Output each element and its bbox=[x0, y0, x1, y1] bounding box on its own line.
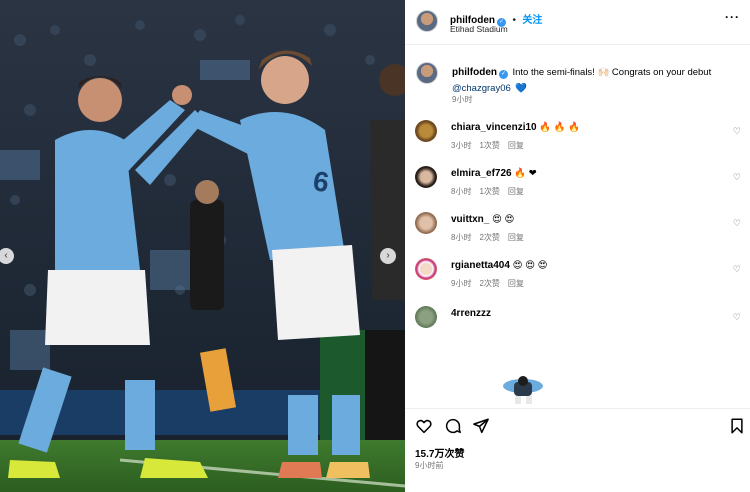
caption: philfoden ✓ Into the semi-finals! 🙌🏻 Cong… bbox=[452, 64, 742, 96]
avatar[interactable] bbox=[415, 306, 437, 328]
comment-likes[interactable]: 1次赞 bbox=[479, 187, 499, 196]
caption-heart: 💙 bbox=[515, 83, 528, 94]
comment-time: 8小时 bbox=[451, 233, 472, 242]
comment-author[interactable]: rgianetta404 bbox=[451, 260, 510, 271]
next-photo-button[interactable]: › bbox=[380, 248, 396, 264]
reply-button[interactable]: 回复 bbox=[508, 279, 524, 288]
comment-like-heart-icon[interactable]: ♡ bbox=[733, 126, 741, 137]
comment-item: rgianetta404 😍 😍 😍 9小时 2次赞 回复 ♡ bbox=[415, 258, 745, 298]
comment-item: 4rrenzzz ♡ bbox=[415, 306, 745, 346]
post-header: philfoden ✓ • 关注 Etihad Stadium ··· bbox=[405, 0, 750, 45]
comment-text: 🔥 🔥 🔥 bbox=[539, 122, 581, 133]
comment-likes[interactable]: 2次赞 bbox=[479, 279, 499, 288]
comment-like-heart-icon[interactable]: ♡ bbox=[733, 172, 741, 183]
separator-dot: • bbox=[512, 15, 516, 26]
chevron-right-icon: › bbox=[386, 250, 390, 261]
reply-button[interactable]: 回复 bbox=[508, 187, 524, 196]
heart-icon[interactable] bbox=[415, 417, 433, 435]
avatar[interactable] bbox=[415, 166, 437, 188]
share-icon[interactable] bbox=[472, 417, 490, 435]
bookmark-icon[interactable] bbox=[728, 417, 746, 435]
comment-item: chiara_vincenzi10 🔥 🔥 🔥 3小时 1次赞 回复 ♡ bbox=[415, 120, 745, 160]
comment-likes[interactable]: 1次赞 bbox=[479, 141, 499, 150]
comment-author[interactable]: elmira_ef726 bbox=[451, 168, 512, 179]
caption-text: Into the semi-finals! 🙌🏻 Congrats on you… bbox=[512, 67, 712, 78]
comment-time: 9小时 bbox=[451, 279, 472, 288]
comment-gif-image bbox=[503, 376, 543, 404]
comment-like-heart-icon[interactable]: ♡ bbox=[733, 312, 741, 323]
comment-time: 3小时 bbox=[451, 141, 472, 150]
like-count[interactable]: 15.7万次赞 bbox=[415, 445, 464, 460]
post-photo[interactable]: 6 ‹ › bbox=[0, 0, 405, 492]
caption-author[interactable]: philfoden bbox=[452, 67, 497, 78]
more-options-icon[interactable]: ··· bbox=[725, 10, 740, 24]
follow-button[interactable]: 关注 bbox=[522, 15, 542, 26]
comment-icon[interactable] bbox=[444, 417, 462, 435]
photo-illustration: 6 bbox=[0, 0, 405, 492]
avatar[interactable] bbox=[415, 258, 437, 280]
avatar[interactable] bbox=[416, 62, 438, 84]
post-time: 9小时前 bbox=[415, 461, 444, 470]
comment-author[interactable]: vuittxn_ bbox=[451, 214, 489, 225]
location-link[interactable]: Etihad Stadium bbox=[450, 24, 508, 34]
mention-link[interactable]: @chazgray06 bbox=[452, 83, 511, 94]
comment-text: 🔥 ❤ bbox=[514, 168, 537, 179]
reply-button[interactable]: 回复 bbox=[508, 141, 524, 150]
comment-likes[interactable]: 2次赞 bbox=[479, 233, 499, 242]
reply-button[interactable]: 回复 bbox=[508, 233, 524, 242]
verified-badge-icon: ✓ bbox=[499, 70, 508, 79]
comment-text: 😍 😍 bbox=[491, 214, 515, 225]
comment-item: vuittxn_ 😍 😍 8小时 2次赞 回复 ♡ bbox=[415, 212, 745, 252]
post-actions: 15.7万次赞 9小时前 bbox=[405, 408, 750, 492]
comment-item: elmira_ef726 🔥 ❤ 8小时 1次赞 回复 ♡ bbox=[415, 166, 745, 206]
comment-like-heart-icon[interactable]: ♡ bbox=[733, 218, 741, 229]
comment-time: 8小时 bbox=[451, 187, 472, 196]
post-panel: philfoden ✓ • 关注 Etihad Stadium ··· philf… bbox=[405, 0, 750, 492]
caption-time: 9小时 bbox=[452, 95, 473, 104]
comment-text: 😍 😍 😍 bbox=[512, 260, 548, 271]
chevron-left-icon: ‹ bbox=[4, 250, 8, 261]
avatar[interactable] bbox=[415, 212, 437, 234]
comment-author[interactable]: 4rrenzzz bbox=[451, 308, 491, 319]
avatar[interactable] bbox=[416, 10, 438, 32]
comment-author[interactable]: chiara_vincenzi10 bbox=[451, 122, 537, 133]
comment-like-heart-icon[interactable]: ♡ bbox=[733, 264, 741, 275]
avatar[interactable] bbox=[415, 120, 437, 142]
